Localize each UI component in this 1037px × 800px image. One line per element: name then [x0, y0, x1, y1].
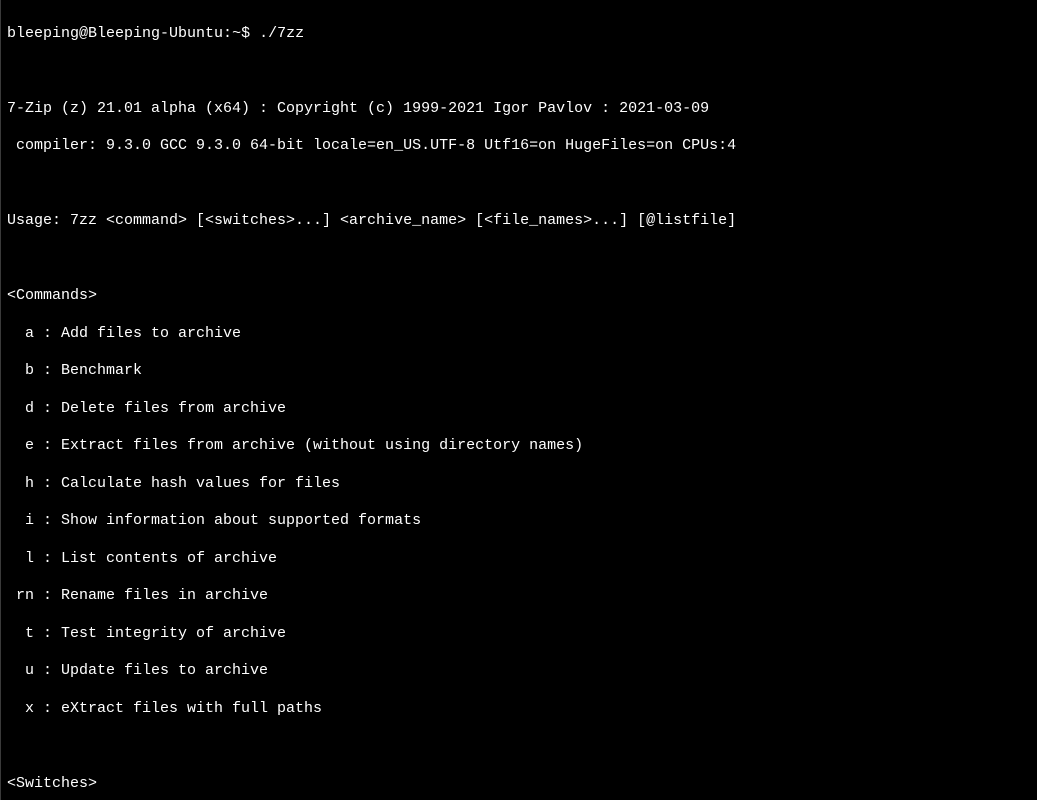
command-item: d : Delete files from archive [7, 400, 1031, 419]
prompt-user-host: bleeping@Bleeping-Ubuntu [7, 25, 223, 42]
command-item: rn : Rename files in archive [7, 587, 1031, 606]
command-item: a : Add files to archive [7, 325, 1031, 344]
command-item: t : Test integrity of archive [7, 625, 1031, 644]
command-item: x : eXtract files with full paths [7, 700, 1031, 719]
prompt-suffix: $ [241, 25, 250, 42]
prompt-separator: : [223, 25, 232, 42]
command-item: h : Calculate hash values for files [7, 475, 1031, 494]
command-item: b : Benchmark [7, 362, 1031, 381]
switches-header: <Switches> [7, 775, 1031, 794]
command-item: l : List contents of archive [7, 550, 1031, 569]
prompt-cwd: ~ [232, 25, 241, 42]
commands-header: <Commands> [7, 287, 1031, 306]
command-item: e : Extract files from archive (without … [7, 437, 1031, 456]
header-line-2: compiler: 9.3.0 GCC 9.3.0 64-bit locale=… [7, 137, 1031, 156]
blank-line [7, 62, 1031, 81]
terminal-window[interactable]: bleeping@Bleeping-Ubuntu:~$ ./7zz 7-Zip … [0, 0, 1037, 800]
command-item: u : Update files to archive [7, 662, 1031, 681]
blank-line [7, 737, 1031, 756]
blank-line [7, 250, 1031, 269]
prompt-line: bleeping@Bleeping-Ubuntu:~$ ./7zz [7, 23, 1031, 44]
header-line-1: 7-Zip (z) 21.01 alpha (x64) : Copyright … [7, 100, 1031, 119]
usage-line: Usage: 7zz <command> [<switches>...] <ar… [7, 212, 1031, 231]
command-item: i : Show information about supported for… [7, 512, 1031, 531]
command-entered: ./7zz [259, 25, 304, 42]
blank-line [7, 175, 1031, 194]
